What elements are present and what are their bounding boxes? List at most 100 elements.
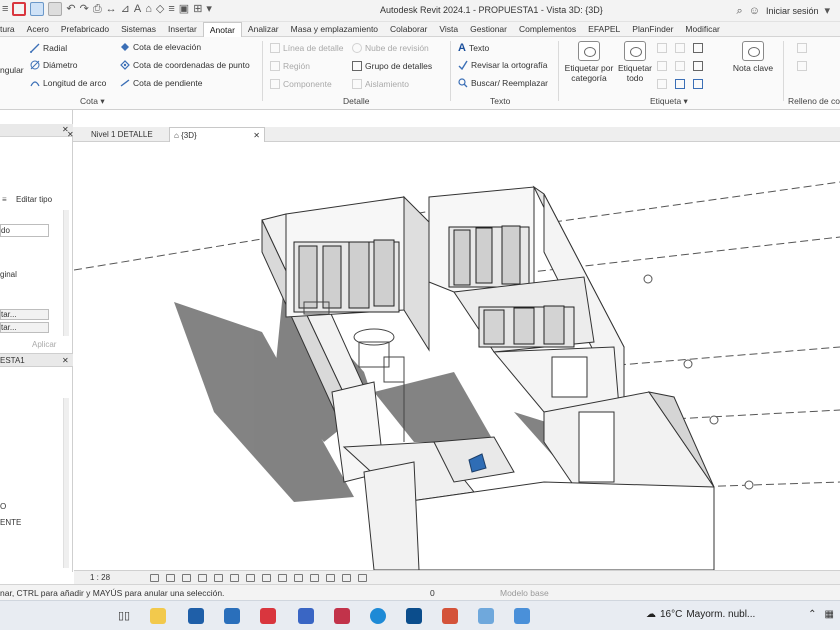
ribbon-tab-1[interactable]: Acero xyxy=(21,22,55,37)
main-model-selector[interactable]: Modelo base xyxy=(500,588,549,598)
3d-view-icon[interactable]: ⌂ xyxy=(145,2,152,16)
ribbon-tab-6[interactable]: Analizar xyxy=(242,22,285,37)
autodesk-app-icon[interactable] xyxy=(334,608,350,624)
menu-icon[interactable]: ≡ xyxy=(2,2,8,16)
stair-path-button[interactable] xyxy=(693,79,703,89)
ribbon-tab-8[interactable]: Colaborar xyxy=(384,22,433,37)
tag-all-button[interactable]: Etiquetar todo xyxy=(617,41,653,83)
worksharing-icon[interactable] xyxy=(342,574,351,582)
reveal-hidden-icon[interactable] xyxy=(278,574,287,582)
switch-windows-icon[interactable]: ⊞ xyxy=(193,2,202,16)
photos-icon[interactable] xyxy=(442,608,458,624)
view-tab-3d[interactable]: ⌂ {3D} ✕ xyxy=(169,127,265,142)
ribbon-tab-3[interactable]: Sistemas xyxy=(115,22,162,37)
beam-annotation-button[interactable] xyxy=(657,43,667,53)
measure-icon[interactable]: ↔ xyxy=(106,2,117,16)
ribbon-tab-13[interactable]: PlanFinder xyxy=(626,22,679,37)
spelling-button[interactable]: Revisar la ortografía xyxy=(458,60,548,70)
edit-type-button[interactable]: Editar tipo xyxy=(16,195,52,204)
visual-style-icon[interactable] xyxy=(166,574,175,582)
crop-view-icon[interactable] xyxy=(214,574,223,582)
insulation-button[interactable]: Aislamiento xyxy=(352,79,409,89)
apply-button[interactable]: Aplicar xyxy=(32,340,56,349)
binoculars-icon[interactable]: ⌕ xyxy=(737,4,743,18)
tag-by-category-button[interactable]: Etiquetar por categoría xyxy=(562,41,616,83)
revit-app-icon[interactable] xyxy=(298,608,314,624)
close-icon[interactable]: ✕ xyxy=(62,356,69,365)
ribbon-tab-10[interactable]: Gestionar xyxy=(464,22,513,37)
signin-button[interactable]: Iniciar sesión xyxy=(766,6,819,16)
edit-button-1[interactable]: tar... xyxy=(0,309,49,320)
hide-isolate-icon[interactable] xyxy=(262,574,271,582)
highlight-displacement-icon[interactable] xyxy=(326,574,335,582)
ribbon-tab-2[interactable]: Prefabricado xyxy=(55,22,115,37)
detail-line-button[interactable]: Línea de detalle xyxy=(270,43,344,53)
close-icon[interactable]: ✕ xyxy=(63,127,78,142)
task-view-icon[interactable]: ▯▯ xyxy=(118,609,130,622)
component-button[interactable]: Componente xyxy=(270,79,332,89)
color-fill-legend-button[interactable] xyxy=(797,61,807,71)
store-icon[interactable] xyxy=(188,608,204,624)
multi-category-button[interactable] xyxy=(657,61,667,71)
ribbon-tab-14[interactable]: Modificar xyxy=(679,22,725,37)
view-scale[interactable]: 1 : 28 xyxy=(90,573,110,582)
sun-path-icon[interactable] xyxy=(182,574,191,582)
close-icon[interactable]: ✕ xyxy=(253,128,260,143)
redo-icon[interactable]: ↷ xyxy=(80,2,89,16)
user-icon[interactable]: ☺ xyxy=(749,4,760,18)
autodesk-desktop-icon[interactable] xyxy=(478,608,494,624)
weather-widget[interactable]: ☁ 16°C Mayorm. nubl... xyxy=(646,609,755,620)
close-hidden-icon[interactable]: ▣ xyxy=(179,2,189,16)
revit-home-icon[interactable] xyxy=(12,2,27,16)
open-icon[interactable] xyxy=(30,2,45,16)
browser-tree-item[interactable]: O xyxy=(0,502,6,511)
properties-field[interactable]: do xyxy=(0,224,49,237)
material-tag-button[interactable] xyxy=(657,79,667,89)
browser-tree-item[interactable]: ENTE xyxy=(0,518,21,527)
edge-icon[interactable] xyxy=(370,608,386,624)
text-button[interactable]: A Texto xyxy=(458,42,489,54)
span-direction-button[interactable] xyxy=(693,61,703,71)
chevron-down-icon[interactable]: ▾ xyxy=(824,4,830,18)
ribbon-tab-0[interactable]: tura xyxy=(0,22,21,37)
show-crop-icon[interactable] xyxy=(230,574,239,582)
room-tag-button[interactable] xyxy=(675,61,685,71)
area-tag-button[interactable] xyxy=(675,43,685,53)
region-button[interactable]: Región xyxy=(270,61,310,71)
type-filter-icon[interactable]: ≡ xyxy=(2,195,7,204)
thin-lines-icon[interactable]: ≡ xyxy=(168,2,174,16)
reveal-constraints-icon[interactable] xyxy=(358,574,367,582)
arc-length-button[interactable]: Longitud de arco xyxy=(30,78,106,88)
ribbon-tab-11[interactable]: Complementos xyxy=(513,22,582,37)
spot-coordinate-button[interactable]: Cota de coordenadas de punto xyxy=(120,60,250,70)
keynote-button[interactable]: Nota clave xyxy=(728,41,778,73)
customize-qat-icon[interactable]: ▾ xyxy=(206,2,212,16)
3d-view-canvas[interactable] xyxy=(74,142,840,570)
spot-slope-button[interactable]: Cota de pendiente xyxy=(120,78,202,88)
tag-settings-button[interactable] xyxy=(675,79,685,89)
file-viewer-icon[interactable] xyxy=(514,608,530,624)
undo-icon[interactable]: ↶ xyxy=(66,2,75,16)
browser-scrollbar[interactable] xyxy=(63,398,69,568)
color-fill-button[interactable] xyxy=(797,43,807,53)
ribbon-tab-9[interactable]: Vista xyxy=(433,22,464,37)
network-icon[interactable]: ▦ xyxy=(825,609,834,620)
chevron-up-icon[interactable]: ⌃ xyxy=(808,609,816,620)
ribbon-tab-5[interactable]: Anotar xyxy=(202,21,242,37)
show-analytical-icon[interactable] xyxy=(310,574,319,582)
temp-properties-icon[interactable] xyxy=(294,574,303,582)
detail-level-icon[interactable] xyxy=(150,574,159,582)
edit-button-2[interactable]: tar... xyxy=(0,322,49,333)
diameter-dimension-button[interactable]: Diámetro xyxy=(30,60,77,70)
mail-icon[interactable] xyxy=(224,608,240,624)
spot-elevation-button[interactable]: Cota de elevación xyxy=(120,42,201,52)
symbol-button[interactable] xyxy=(693,43,703,53)
find-replace-button[interactable]: Buscar/ Reemplazar xyxy=(458,78,548,88)
save-icon[interactable] xyxy=(48,2,63,16)
lock-view-icon[interactable] xyxy=(246,574,255,582)
properties-scrollbar[interactable] xyxy=(63,210,69,336)
revision-cloud-button[interactable]: Nube de revisión xyxy=(352,43,429,53)
section-icon[interactable]: ◇ xyxy=(156,2,164,16)
view-tab-nivel1[interactable]: Nivel 1 DETALLE xyxy=(87,127,157,142)
angular-dimension-button[interactable]: ngular xyxy=(0,65,24,75)
